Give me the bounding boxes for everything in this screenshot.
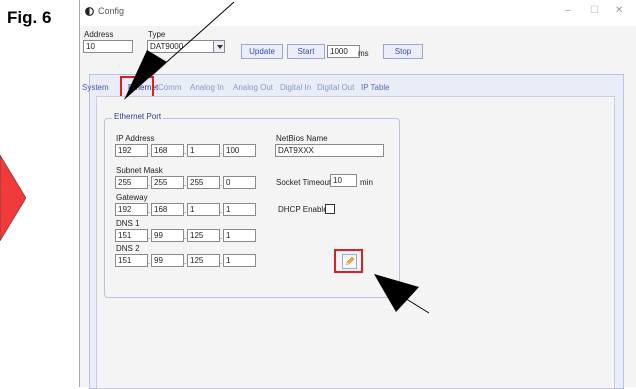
callout-arrow-icon — [124, 1, 430, 314]
